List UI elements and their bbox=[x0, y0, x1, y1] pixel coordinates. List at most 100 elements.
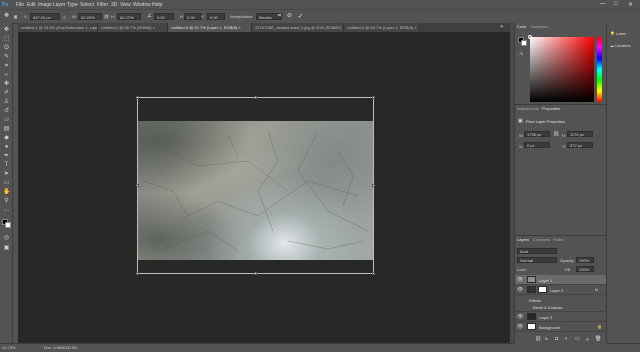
quick-mask-icon[interactable]: ◎ bbox=[3, 235, 10, 242]
delta-icon[interactable]: △ bbox=[61, 13, 68, 20]
layer-row[interactable]: 👁 Layer 1 bbox=[515, 275, 607, 285]
v-skew-field[interactable]: 0.00 bbox=[207, 13, 225, 20]
eraser-tool-icon[interactable]: ▱ bbox=[3, 117, 10, 124]
fx-icon[interactable]: fx bbox=[545, 336, 548, 341]
effect-row[interactable]: Bevel & Emboss bbox=[515, 302, 607, 312]
doc-size[interactable]: Doc: 6.86M/16.1M bbox=[44, 345, 77, 350]
transform-handle-top-left[interactable] bbox=[136, 96, 139, 99]
y-field[interactable]: 572 px bbox=[567, 142, 593, 148]
tab-swatches[interactable]: Swatches bbox=[531, 24, 548, 29]
fx-icon[interactable]: fx bbox=[595, 287, 598, 292]
new-layer-icon[interactable]: ＋ bbox=[585, 336, 590, 343]
menu-help[interactable]: Help bbox=[152, 2, 162, 8]
layer-filter-select[interactable]: Kind bbox=[517, 248, 557, 254]
move-tool-icon[interactable]: ✥ bbox=[3, 13, 10, 20]
transform-handle-left[interactable] bbox=[136, 184, 139, 187]
w-field[interactable]: 82.29% bbox=[78, 13, 102, 20]
transform-handle-bottom-right[interactable] bbox=[372, 272, 375, 275]
marquee-tool-icon[interactable]: ⬚ bbox=[3, 36, 10, 43]
document-tab[interactable]: untitled-1 @ 33.3% (Hue/Saturation 1, La… bbox=[18, 23, 98, 32]
fill-field[interactable]: 100% bbox=[576, 266, 594, 272]
menu-edit[interactable]: Edit bbox=[27, 2, 36, 8]
zoom-tool-icon[interactable]: ⚲ bbox=[3, 198, 10, 205]
reference-point-icon[interactable]: ▦ bbox=[12, 13, 19, 20]
layer-row[interactable]: 👁 Background 🔒 bbox=[515, 322, 607, 332]
tab-channels[interactable]: Channels bbox=[533, 237, 550, 242]
menu-window[interactable]: Window bbox=[133, 2, 151, 8]
visibility-eye-icon[interactable]: 👁 bbox=[517, 277, 523, 283]
x-field[interactable]: 0 px bbox=[524, 142, 550, 148]
lasso-tool-icon[interactable]: ʘ bbox=[3, 45, 10, 52]
link-icon[interactable]: ⛓ bbox=[103, 13, 110, 20]
link-icon[interactable]: ⛓ bbox=[553, 131, 559, 137]
screen-mode-icon[interactable]: ▣ bbox=[3, 245, 10, 252]
blend-mode-select[interactable]: Normal bbox=[517, 257, 557, 263]
history-brush-tool-icon[interactable]: ↺ bbox=[3, 108, 10, 115]
transform-handle-bottom-left[interactable] bbox=[136, 272, 139, 275]
visibility-eye-icon[interactable]: 👁 bbox=[517, 324, 523, 330]
menu-type[interactable]: Type bbox=[67, 2, 78, 8]
gradient-tool-icon[interactable]: ▤ bbox=[3, 126, 10, 133]
move-tool-icon[interactable]: ✥ bbox=[3, 27, 10, 34]
commit-transform-icon[interactable]: ✓ bbox=[297, 13, 304, 20]
menu-view[interactable]: View bbox=[120, 2, 131, 8]
trash-icon[interactable]: 🗑 bbox=[595, 336, 601, 342]
color-picker-field[interactable] bbox=[528, 35, 594, 102]
quick-select-tool-icon[interactable]: ✎ bbox=[3, 54, 10, 61]
menu-filter[interactable]: Filter bbox=[97, 2, 108, 8]
opacity-field[interactable]: 100% bbox=[576, 257, 594, 263]
transform-handle-bottom[interactable] bbox=[254, 272, 257, 275]
tab-layers[interactable]: Layers bbox=[517, 237, 529, 242]
adjustment-icon[interactable]: ◐ bbox=[565, 336, 568, 342]
pen-tool-icon[interactable]: ✒ bbox=[3, 153, 10, 160]
background-color-swatch[interactable] bbox=[5, 222, 11, 228]
h-field[interactable]: 82.27% bbox=[117, 13, 141, 20]
x-field[interactable]: 847.00 px bbox=[30, 13, 60, 20]
transform-handle-top-right[interactable] bbox=[372, 96, 375, 99]
hue-slider[interactable] bbox=[597, 37, 602, 102]
panel-background-swatch[interactable] bbox=[521, 40, 527, 46]
width-field[interactable]: 1736 px bbox=[524, 131, 550, 137]
angle-field[interactable]: 0.00 bbox=[154, 13, 174, 20]
path-select-tool-icon[interactable]: ➤ bbox=[3, 171, 10, 178]
healing-tool-icon[interactable]: ✚ bbox=[3, 81, 10, 88]
layer-row[interactable]: 👁 Layer 2 fx bbox=[515, 285, 607, 295]
height-field[interactable]: 1178 px bbox=[567, 131, 593, 137]
clone-stamp-tool-icon[interactable]: ♙ bbox=[3, 99, 10, 106]
more-tools-icon[interactable]: … bbox=[3, 207, 10, 214]
warp-icon[interactable]: ⌗ bbox=[276, 13, 283, 20]
document-tab[interactable]: Untitled-5 @ 66.7% (Layer 1, RGB/8) × bbox=[344, 23, 420, 32]
document-tab[interactable]: STOCKBE_asdasd adsd_h.jpg @ 50% (RGB/8*)… bbox=[252, 23, 344, 32]
learn-panel-button[interactable]: 💡 Learn bbox=[610, 31, 626, 36]
tab-overflow-icon[interactable]: » bbox=[500, 24, 503, 30]
picker-cursor[interactable] bbox=[528, 35, 532, 39]
document-tab[interactable]: Untitled-2 @ 66.7% (RGB/8) × bbox=[98, 23, 168, 32]
tab-properties[interactable]: Properties bbox=[542, 106, 560, 111]
menu-image[interactable]: Image bbox=[38, 2, 52, 8]
menu-3d[interactable]: 3D bbox=[111, 2, 117, 8]
layer-row[interactable]: 👁 Layer 3 bbox=[515, 312, 607, 322]
eyedropper-tool-icon[interactable]: ⌐ bbox=[3, 72, 10, 79]
folder-icon[interactable]: ▭ bbox=[575, 336, 580, 342]
zoom-level[interactable]: 41.79% bbox=[2, 345, 16, 350]
visibility-eye-icon[interactable]: 👁 bbox=[517, 314, 523, 320]
minimize-button[interactable]: — bbox=[600, 1, 606, 7]
cancel-transform-icon[interactable]: ⊘ bbox=[286, 13, 293, 20]
blur-tool-icon[interactable]: ◆ bbox=[3, 135, 10, 142]
link-layers-icon[interactable]: ⛓ bbox=[535, 336, 541, 342]
crop-tool-icon[interactable]: ⌗ bbox=[3, 63, 10, 70]
menu-layer[interactable]: Layer bbox=[53, 2, 66, 8]
visibility-eye-icon[interactable]: 👁 bbox=[517, 287, 523, 293]
type-tool-icon[interactable]: T bbox=[3, 162, 10, 169]
menu-select[interactable]: Select bbox=[80, 2, 94, 8]
transform-handle-right[interactable] bbox=[372, 184, 375, 187]
transform-handle-top[interactable] bbox=[254, 96, 257, 99]
brush-tool-icon[interactable]: ✐ bbox=[3, 90, 10, 97]
warning-icon[interactable]: ⚠ bbox=[519, 51, 523, 57]
layer-mask-thumbnail[interactable] bbox=[538, 286, 547, 293]
dodge-tool-icon[interactable]: ● bbox=[3, 144, 10, 151]
libraries-panel-button[interactable]: ☁ Libraries bbox=[610, 43, 630, 48]
tab-color[interactable]: Color bbox=[517, 24, 527, 29]
shape-tool-icon[interactable]: ▭ bbox=[3, 180, 10, 187]
transform-bounding-box[interactable] bbox=[136, 96, 375, 275]
